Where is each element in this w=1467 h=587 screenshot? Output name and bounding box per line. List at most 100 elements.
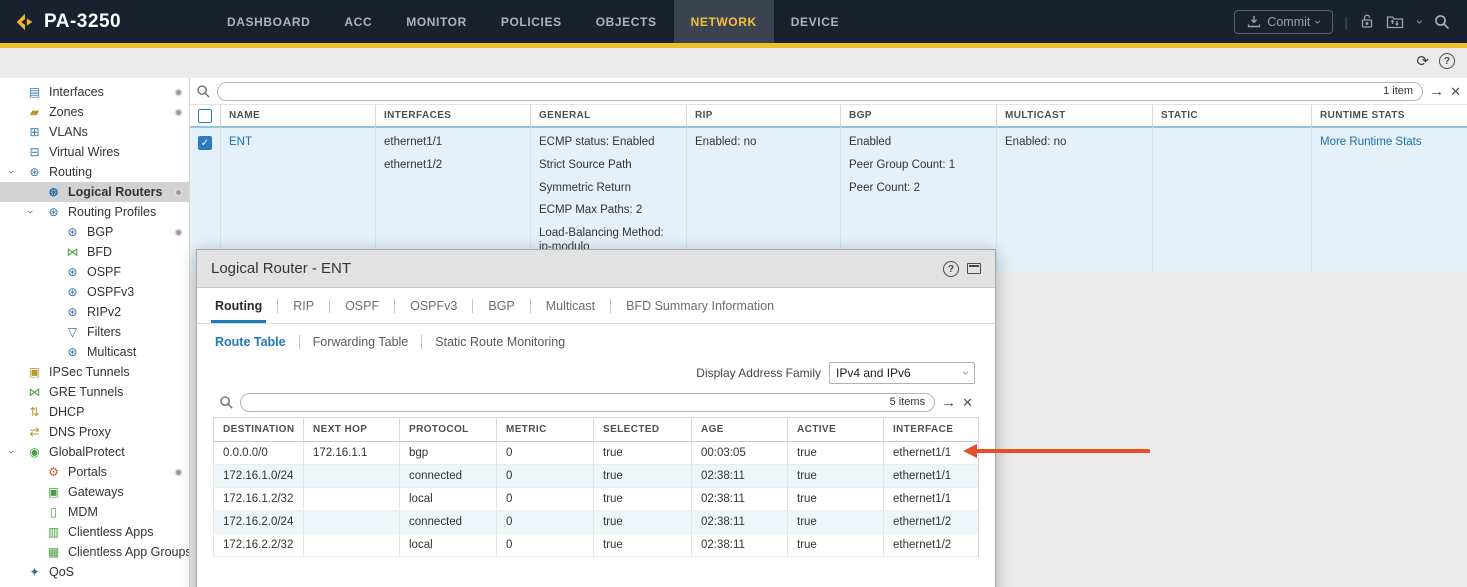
sidebar-item-dns-proxy[interactable]: ⇄DNS Proxy xyxy=(0,422,189,442)
help-icon[interactable]: ? xyxy=(1439,53,1455,69)
sidebar-item-ospf[interactable]: ⊛OSPF xyxy=(0,262,189,282)
tab-bgp[interactable]: BGP xyxy=(486,288,516,323)
tab-multicast[interactable]: Multicast xyxy=(544,288,597,323)
sidebar-item-zones[interactable]: ▰Zones xyxy=(0,102,189,122)
nav-item-dashboard[interactable]: DASHBOARD xyxy=(210,0,327,43)
route-table-row-172-16-2-2-32[interactable]: 172.16.2.2/32local0true02:38:11trueether… xyxy=(213,534,978,557)
sidebar-item-gre-tunnels[interactable]: ⋈GRE Tunnels xyxy=(0,382,189,402)
tab-ospfv3[interactable]: OSPFv3 xyxy=(408,288,459,323)
column-header-static[interactable]: STATIC xyxy=(1152,104,1311,126)
push-config-icon[interactable] xyxy=(1386,14,1407,30)
address-family-select[interactable]: IPv4 and IPv6 › xyxy=(829,362,975,384)
dialog-apply-filter-arrow-icon[interactable]: → xyxy=(941,395,956,410)
route-column-header-destination[interactable]: DESTINATION xyxy=(213,417,303,442)
dialog-search-input[interactable] xyxy=(251,394,870,411)
sidebar-item-bfd[interactable]: ⋈BFD xyxy=(0,242,189,262)
main-search-input[interactable] xyxy=(228,83,1358,100)
subtab-forwarding-table[interactable]: Forwarding Table xyxy=(313,335,409,349)
nav-item-objects[interactable]: OBJECTS xyxy=(579,0,674,43)
sidebar-item-multicast[interactable]: ⊛Multicast xyxy=(0,342,189,362)
route-table-row-172-16-2-0-24[interactable]: 172.16.2.0/24connected0true02:38:11truee… xyxy=(213,511,978,534)
router-name-link[interactable]: ENT xyxy=(229,136,252,148)
subtab-static-route-monitoring[interactable]: Static Route Monitoring xyxy=(435,335,565,349)
sidebar-item-ripv2[interactable]: ⊛RIPv2 xyxy=(0,302,189,322)
route-cell: true xyxy=(593,442,691,465)
subtab-separator xyxy=(299,335,300,349)
status-dot-icon xyxy=(176,110,181,115)
status-dot-icon xyxy=(176,90,181,95)
sidebar-item-portals[interactable]: ⚙Portals xyxy=(0,462,189,482)
column-header-interfaces[interactable]: INTERFACES xyxy=(375,104,530,126)
subtab-route-table[interactable]: Route Table xyxy=(215,335,286,349)
tab-routing[interactable]: Routing xyxy=(213,288,264,323)
sidebar-item-ospfv3[interactable]: ⊛OSPFv3 xyxy=(0,282,189,302)
sidebar-item-interfaces[interactable]: ▤Interfaces xyxy=(0,82,189,102)
sidebar-item-clientless-app-groups[interactable]: ▦Clientless App Groups xyxy=(0,542,189,562)
commit-button[interactable]: Commit › xyxy=(1234,10,1333,34)
sidebar-item-ipsec-tunnels[interactable]: ▣IPSec Tunnels xyxy=(0,362,189,382)
sidebar-item-vlans[interactable]: ⊞VLANs xyxy=(0,122,189,142)
route-column-header-active[interactable]: ACTIVE xyxy=(787,417,883,442)
column-header-bgp[interactable]: BGP xyxy=(840,104,996,126)
sidebar-item-gateways[interactable]: ▣Gateways xyxy=(0,482,189,502)
nav-item-device[interactable]: DEVICE xyxy=(774,0,856,43)
route-table-row-172-16-1-2-32[interactable]: 172.16.1.2/32local0true02:38:11trueether… xyxy=(213,488,978,511)
route-column-header-selected[interactable]: SELECTED xyxy=(593,417,691,442)
nav-item-network[interactable]: NETWORK xyxy=(674,0,774,43)
clientless-app-groups-icon: ▦ xyxy=(45,545,62,559)
expand-chevron-icon[interactable]: › xyxy=(5,170,17,174)
sidebar-item-logical-routers[interactable]: ⊛Logical Routers xyxy=(0,182,189,202)
tab-bfd-summary-information[interactable]: BFD Summary Information xyxy=(624,288,776,323)
sidebar-item-qos[interactable]: ✦QoS xyxy=(0,562,189,582)
sidebar-item-routing[interactable]: ›⊛Routing xyxy=(0,162,189,182)
route-table-row-172-16-1-0-24[interactable]: 172.16.1.0/24connected0true02:38:11truee… xyxy=(213,465,978,488)
sidebar-item-virtual-wires[interactable]: ⊟Virtual Wires xyxy=(0,142,189,162)
tab-separator xyxy=(472,299,473,313)
nav-item-policies[interactable]: POLICIES xyxy=(484,0,579,43)
route-column-header-metric[interactable]: METRIC xyxy=(496,417,593,442)
more-runtime-stats-link[interactable]: More Runtime Stats xyxy=(1320,136,1422,148)
expand-chevron-icon[interactable]: › xyxy=(24,210,36,214)
nav-item-monitor[interactable]: MONITOR xyxy=(389,0,484,43)
route-cell: 172.16.1.1 xyxy=(303,442,399,465)
apply-filter-arrow-icon[interactable]: → xyxy=(1429,84,1444,99)
row-checkbox[interactable]: ✓ xyxy=(198,136,212,150)
dialog-clear-filter-icon[interactable]: ✕ xyxy=(962,396,973,409)
expand-chevron-icon[interactable]: › xyxy=(5,450,17,454)
sidebar-item-bgp[interactable]: ⊛BGP xyxy=(0,222,189,242)
sidebar-item-folder-icon[interactable]: ▄ xyxy=(0,582,189,587)
dialog-help-icon[interactable]: ? xyxy=(943,261,959,277)
tab-rip[interactable]: RIP xyxy=(291,288,316,323)
nav-item-acc[interactable]: ACC xyxy=(327,0,389,43)
sidebar-item-routing-profiles[interactable]: ›⊛Routing Profiles xyxy=(0,202,189,222)
unlock-icon[interactable] xyxy=(1359,13,1375,30)
column-header-multicast[interactable]: MULTICAST xyxy=(996,104,1152,126)
route-column-header-age[interactable]: AGE xyxy=(691,417,787,442)
brand-accent-bar xyxy=(0,43,1467,48)
global-find-icon[interactable] xyxy=(1433,13,1451,31)
route-cell: true xyxy=(787,465,883,488)
clear-filter-icon[interactable]: ✕ xyxy=(1450,85,1461,98)
route-column-header-next-hop[interactable]: NEXT HOP xyxy=(303,417,399,442)
column-header-rip[interactable]: RIP xyxy=(686,104,840,126)
route-cell: bgp xyxy=(399,442,496,465)
select-all-checkbox[interactable] xyxy=(198,109,212,123)
column-header-general[interactable]: GENERAL xyxy=(530,104,686,126)
dialog-maximize-icon[interactable] xyxy=(967,263,981,274)
sidebar-item-clientless-apps[interactable]: ▥Clientless Apps xyxy=(0,522,189,542)
refresh-icon[interactable]: ⟳ xyxy=(1416,52,1429,70)
route-table-row-0-0-0-0-0[interactable]: 0.0.0.0/0172.16.1.1bgp0true00:03:05truee… xyxy=(213,442,978,465)
sidebar-item-globalprotect[interactable]: ›◉GlobalProtect xyxy=(0,442,189,462)
tab-ospf[interactable]: OSPF xyxy=(343,288,381,323)
column-header-name[interactable]: NAME xyxy=(220,104,375,126)
route-column-header-protocol[interactable]: PROTOCOL xyxy=(399,417,496,442)
column-header-runtime-stats[interactable]: RUNTIME STATS xyxy=(1311,104,1467,126)
dialog-subtabs: Route Table Forwarding Table Static Route … xyxy=(197,330,995,354)
sidebar-item-mdm[interactable]: ▯MDM xyxy=(0,502,189,522)
sidebar-item-filters[interactable]: ▽Filters xyxy=(0,322,189,342)
sidebar-item-dhcp[interactable]: ⇅DHCP xyxy=(0,402,189,422)
push-config-chevron-icon[interactable]: › xyxy=(1414,20,1426,24)
content-toolbar: ⟳ ? xyxy=(1416,52,1455,70)
route-column-header-interface[interactable]: INTERFACE xyxy=(883,417,978,442)
route-cell: local xyxy=(399,534,496,557)
